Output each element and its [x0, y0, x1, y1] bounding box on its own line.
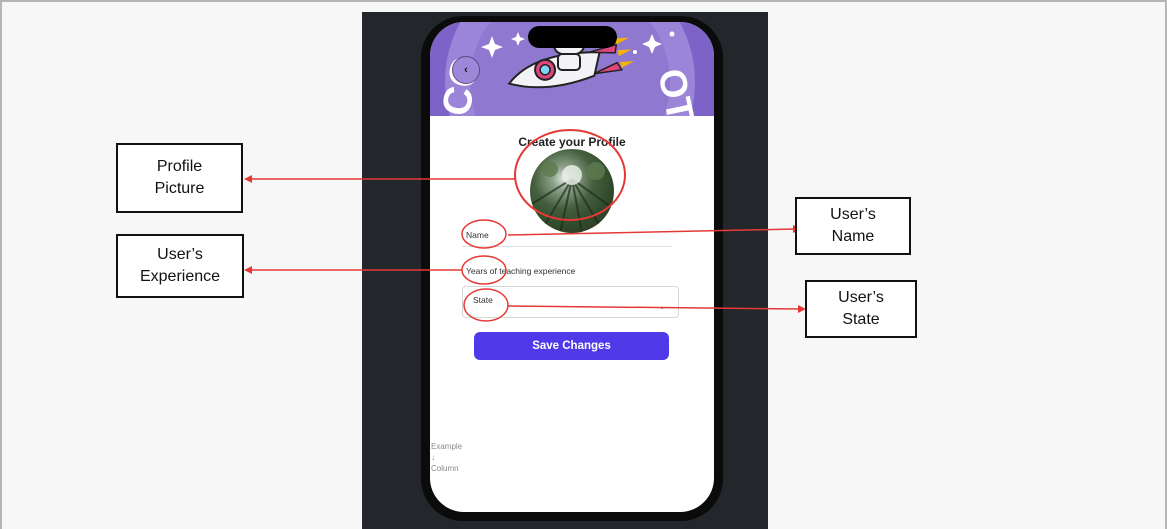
callout-user-experience: User’s Experience	[116, 234, 244, 298]
name-circle	[461, 219, 507, 249]
profile-picture-circle	[514, 129, 626, 221]
callout-user-name: User’s Name	[795, 197, 911, 255]
name-arrow	[507, 228, 796, 236]
callout-profile-picture: Profile Picture	[116, 143, 243, 213]
experience-circle	[461, 255, 507, 285]
callout-user-state: User’s State	[805, 280, 917, 338]
state-arrow	[507, 305, 801, 310]
state-circle	[463, 288, 509, 322]
